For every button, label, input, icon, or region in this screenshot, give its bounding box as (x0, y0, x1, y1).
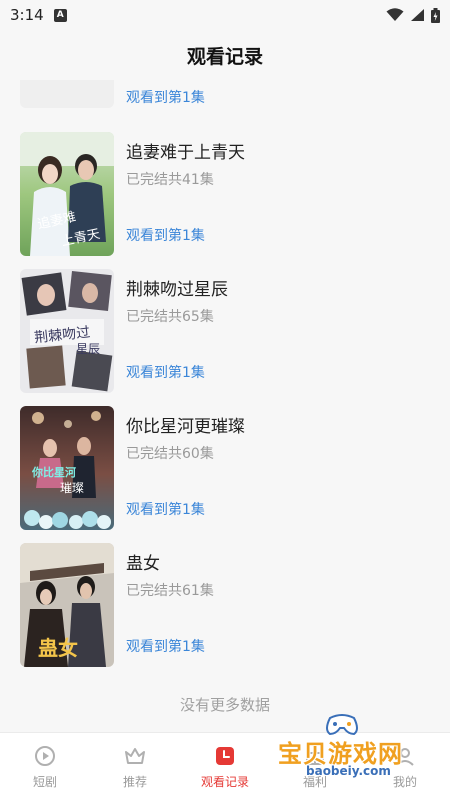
bottom-nav: 短剧 推荐 观看记录 福利 我的 (0, 732, 450, 800)
nav-item-recommend[interactable]: 推荐 (90, 733, 180, 800)
nav-label: 观看记录 (200, 774, 249, 789)
nav-item-welfare[interactable]: 福利 (270, 733, 360, 800)
watch-progress-link[interactable]: 观看到第1集 (126, 225, 205, 245)
nav-item-mine[interactable]: 我的 (360, 733, 450, 800)
no-more-data-text: 没有更多数据 (179, 696, 270, 714)
nav-item-history[interactable]: 观看记录 (180, 733, 270, 800)
history-icon (216, 746, 234, 765)
svg-text:你比星河: 你比星河 (31, 465, 76, 479)
page-header: 观看记录 (0, 30, 450, 80)
status-bar: 3:14 A (0, 0, 450, 30)
play-circle-icon (35, 745, 55, 766)
watch-progress-link[interactable]: 观看到第1集 (126, 499, 205, 519)
nav-label: 短剧 (32, 774, 57, 789)
signal-icon (411, 9, 424, 21)
user-icon (396, 747, 414, 766)
poster-thumbnail: 荆棘吻过 星辰 (20, 269, 114, 393)
wifi-icon (386, 8, 404, 21)
drama-title: 你比星河更璀璨 (126, 417, 245, 437)
nav-label: 我的 (392, 774, 417, 789)
battery-icon (431, 7, 440, 23)
nav-label: 推荐 (122, 774, 147, 789)
list-item[interactable]: 追妻难 上青天 追妻难于上青天 已完结共41集 观看到第1集 (20, 132, 440, 256)
watch-progress-link[interactable]: 观看到第1集 (126, 362, 205, 382)
poster-thumbnail: 你比星河 璀璨 (20, 406, 114, 530)
poster-thumbnail: 蛊女 (20, 543, 114, 667)
episode-status: 已完结共61集 (126, 583, 214, 599)
crown-icon (125, 747, 145, 764)
episode-status: 已完结共41集 (126, 172, 214, 188)
nav-label: 福利 (302, 774, 327, 789)
status-time: 3:14 (10, 6, 44, 24)
drama-title: 蛊女 (126, 554, 160, 574)
drama-title: 荆棘吻过星辰 (126, 280, 228, 300)
svg-text:蛊女: 蛊女 (38, 636, 78, 660)
list-item[interactable]: 荆棘吻过 星辰 荆棘吻过星辰 已完结共65集 观看到第1集 (20, 269, 440, 393)
status-icons (386, 7, 440, 23)
svg-text:星辰: 星辰 (76, 342, 100, 356)
notification-icon: A (53, 8, 67, 22)
episode-status: 已完结共65集 (126, 309, 214, 325)
drama-title: 追妻难于上青天 (126, 143, 245, 163)
list-item[interactable]: 你比星河 璀璨 你比星河更璀璨 已完结共60集 观看到第1集 (20, 406, 440, 530)
poster-thumbnail: 追妻难 上青天 (20, 132, 114, 256)
nav-item-shorts[interactable]: 短剧 (0, 733, 90, 800)
poster-thumbnail (20, 80, 114, 108)
list-item[interactable]: 蛊女 蛊女 已完结共61集 观看到第1集 (20, 543, 440, 667)
gift-icon (306, 751, 324, 765)
episode-status: 已完结共60集 (126, 446, 214, 462)
svg-text:璀璨: 璀璨 (60, 480, 84, 495)
page-title: 观看记录 (186, 45, 263, 68)
watch-progress-link[interactable]: 观看到第1集 (126, 636, 205, 656)
watch-progress-link[interactable]: 观看到第1集 (126, 87, 205, 107)
